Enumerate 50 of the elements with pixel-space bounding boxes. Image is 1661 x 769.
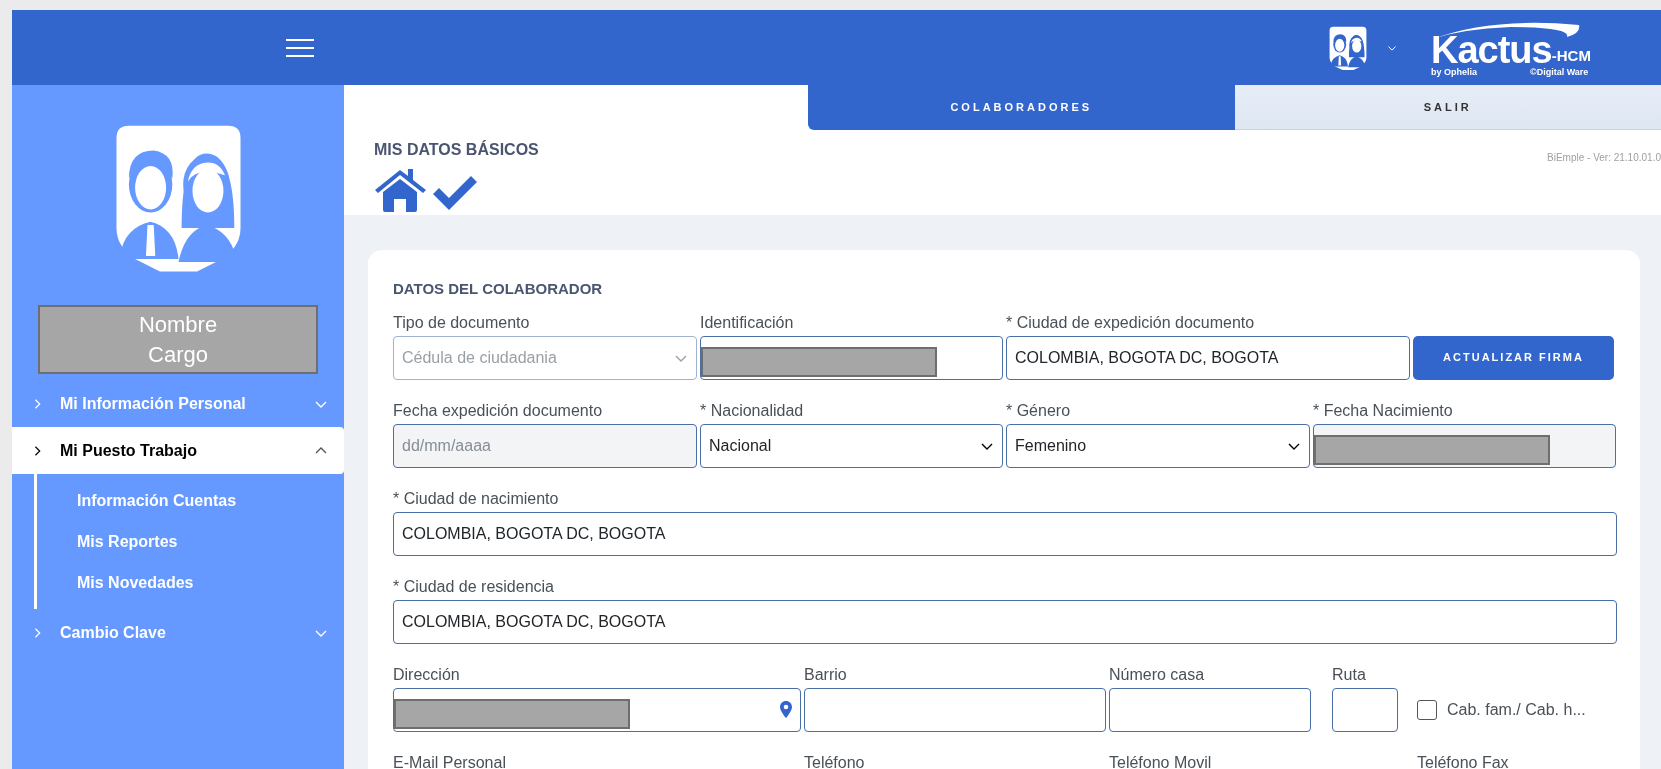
field-label: Teléfono Fax [1417,752,1510,769]
page-title: MIS DATOS BÁSICOS [374,139,539,160]
location-pin-icon[interactable] [780,701,792,718]
select-field[interactable]: Femenino [1006,423,1310,468]
profile-position: Cargo [148,340,208,369]
field-label: * Ciudad de expedición documento [1006,312,1256,333]
input-field[interactable] [1109,687,1311,732]
update-signature-button[interactable]: ACTUALIZAR FIRMA [1413,335,1614,380]
home-icon[interactable] [374,168,427,212]
input-field[interactable]: COLOMBIA, BOGOTA DC, BOGOTA [1006,335,1410,380]
input-field[interactable] [1332,687,1398,732]
input-field[interactable] [804,687,1106,732]
checkbox-label: Cab. fam./ Cab. h... [1447,699,1586,720]
field-label: E-Mail Personal [393,752,507,769]
field-label: Identificación [700,312,795,333]
sidebar-menu-item[interactable]: Mi Puesto Trabajo [12,427,344,474]
input-field[interactable]: COLOMBIA, BOGOTA DC, BOGOTA [393,599,1617,644]
field-label: Ruta [1332,664,1367,685]
sidebar-submenu-item[interactable]: Información Cuentas [77,480,344,521]
address-field[interactable] [393,687,801,732]
version-text: BiEmple - Ver: 21.10.01.0 [1547,151,1661,165]
field-label: * Nacionalidad [700,400,805,421]
tab[interactable]: COLABORADORES [808,85,1235,130]
logo-byline: by Ophelia [1431,66,1477,77]
logo-copyright: ©Digital Ware [1530,66,1589,77]
sidebar-menu-item[interactable]: Mi Información Personal [12,380,344,427]
field-label: * Género [1006,400,1072,421]
checkbox[interactable] [1417,699,1437,720]
field-label: * Ciudad de nacimiento [393,488,560,509]
sidebar-submenu-item[interactable]: Mis Reportes [77,521,344,562]
profile-name: Nombre [138,310,218,339]
field-label: Teléfono [804,752,866,769]
logo-suffix: -HCM [1551,46,1591,66]
logo-name: Kactus [1431,30,1552,69]
select-field[interactable]: Nacional [700,423,1003,468]
sidebar-submenu-item[interactable]: Mis Novedades [77,562,344,603]
input-field[interactable]: COLOMBIA, BOGOTA DC, BOGOTA [393,511,1617,556]
field-label: Teléfono Movil [1109,752,1213,769]
field-label: Tipo de documento [393,312,531,333]
field-label: * Fecha Nacimiento [1313,400,1454,421]
field-label: Fecha expedición documento [393,400,604,421]
section-title: DATOS DEL COLABORADOR [393,279,604,299]
field-label: Barrio [804,664,848,685]
field-label: Número casa [1109,664,1206,685]
field-label: * Ciudad de residencia [393,576,555,597]
input-field[interactable] [700,335,1003,380]
menu-icon[interactable] [286,37,314,58]
field-label: Dirección [393,664,461,685]
tab[interactable]: SALIR [1234,85,1661,130]
sidebar-menu-item[interactable]: Cambio Clave [12,609,344,656]
